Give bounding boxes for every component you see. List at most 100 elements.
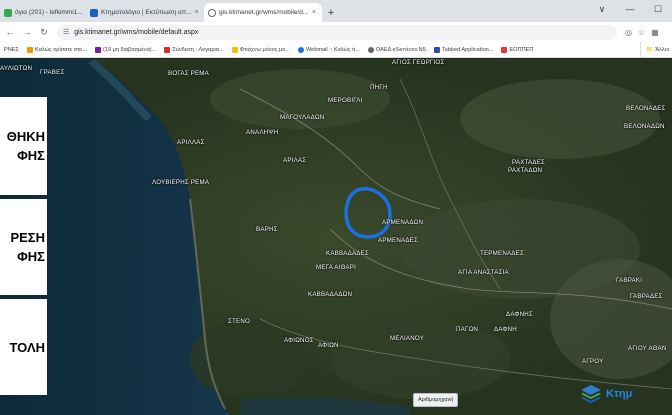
forward-icon[interactable]: → xyxy=(20,25,34,39)
tab-search-icon[interactable]: ∨ xyxy=(588,0,616,18)
menu-item-line: ΤΟΛΗ xyxy=(9,339,45,355)
bookmark-label: ΟΑΕΔ eServices Ν5 xyxy=(375,46,426,53)
map-label: ΜΕΓΑ ΑΙΘΑΡΙ xyxy=(316,264,357,271)
map-label: ΑΦΙΩΝ xyxy=(318,342,339,349)
map-label: ΑΦΙΩΝΟΣ xyxy=(284,337,314,344)
no-tracking-icon[interactable]: ◎ xyxy=(625,28,632,37)
globe-icon xyxy=(208,8,216,17)
bookmark-label: Σύνδεση - Λογαρια... xyxy=(172,46,224,53)
map-imagery xyxy=(0,59,672,415)
bookmark-item[interactable]: ΟΑΕΔ eServices Ν5 xyxy=(364,46,430,53)
other-bookmarks[interactable]: 📁 Άλλοι xyxy=(640,42,672,57)
tab-1[interactable]: όγια (201) - lefkimmi1... × xyxy=(0,3,86,22)
bookmark-label: Webmail :: Καλώς ή... xyxy=(305,46,360,53)
map-label: ΓΑΒΡΑΔΕΣ xyxy=(630,293,663,300)
tab-3-active[interactable]: gis.ktimanet.gr/wms/mobile/d... × xyxy=(204,3,322,22)
tab-close-icon[interactable]: × xyxy=(195,9,199,16)
bookmark-favicon-icon xyxy=(501,46,508,53)
satellite-map[interactable]: ΑΥΛΙΩΤΩΝ ΓΡΑΒΕΣ ΒΟΓΑΣ ΡΕΜΑ ΑΓΙΟΣ ΓΕΩΡΓΙΟ… xyxy=(0,59,672,415)
map-label: ΑΝΑΛΗΨΗ xyxy=(246,129,279,136)
bookmark-item[interactable]: Tabbed Application... xyxy=(430,46,498,53)
menu-item-line: ΦΗΣ xyxy=(17,249,45,264)
map-label: ΑΡΜΕΝΑΔΕΣ xyxy=(378,237,419,244)
map-label: ΑΥΛΙΩΤΩΝ xyxy=(0,65,33,72)
tab-2[interactable]: Κτηματολόγιο | Εκτύπωση απ... × xyxy=(86,3,204,22)
bookmark-favicon-icon xyxy=(297,46,304,53)
tab-title: Κτηματολόγιο | Εκτύπωση απ... xyxy=(101,9,192,16)
gmail-icon xyxy=(164,46,171,53)
back-icon[interactable]: ← xyxy=(3,25,17,39)
bookmark-item[interactable]: (19 μη διαβασμένα)... xyxy=(91,46,160,53)
bookmark-label: ΕΟΠΠΕΠ xyxy=(509,46,534,53)
map-label: ΑΓΙΟΥ ΑΘΑΝ xyxy=(628,345,667,352)
star-icon[interactable]: ☆ xyxy=(638,28,645,37)
menu-item-line: ΦΗΣ xyxy=(17,148,45,163)
map-label: ΠΑΓΩΝ xyxy=(456,326,479,333)
address-bar[interactable]: ☰ gis.ktimanet.gr/wms/mobile/default.asp… xyxy=(57,24,617,40)
bookmarks-bar: ΡΝΕΣ Καλώς ορίσατε στο... (19 μη διαβασμ… xyxy=(0,42,672,58)
map-label: ΡΑΧΤΑΔΩΝ xyxy=(508,167,543,174)
browser-toolbar: ← → ↻ ☰ gis.ktimanet.gr/wms/mobile/defau… xyxy=(0,22,672,42)
map-label: ΚΑΒΒΑΔΑΔΩΝ xyxy=(308,291,353,298)
bookmark-label: Tabbed Application... xyxy=(441,46,494,53)
bookmark-item[interactable]: Webmail :: Καλώς ή... xyxy=(294,46,364,53)
map-label: ΑΡΜΕΝΑΔΩΝ xyxy=(382,219,424,226)
other-bookmarks-label: Άλλοι xyxy=(655,46,669,53)
map-label: ΓΑΒΡΑΚΙ xyxy=(616,277,643,284)
map-label: ΜΕΛΙΑΝΟΥ xyxy=(390,335,425,342)
maximize-icon[interactable]: ☐ xyxy=(644,0,672,18)
map-label: ΔΑΦΝΗΣ xyxy=(506,311,533,318)
map-label: ΚΑΒΒΑΔΑΔΕΣ xyxy=(326,250,369,257)
url-text: gis.ktimanet.gr/wms/mobile/default.aspx xyxy=(74,28,199,36)
side-menu-item-1[interactable]: ΘΗΚΗ ΦΗΣ xyxy=(0,97,47,195)
side-menu-item-3[interactable]: ΤΟΛΗ xyxy=(0,299,47,395)
bookmark-favicon-icon xyxy=(433,46,440,53)
menu-item-line: ΘΗΚΗ xyxy=(6,129,45,144)
map-label: ΒΟΓΑΣ ΡΕΜΑ xyxy=(168,70,209,77)
bookmark-label: (19 μη διαβασμένα)... xyxy=(103,46,157,53)
bookmark-favicon-icon xyxy=(26,46,33,53)
site-info-icon[interactable]: ☰ xyxy=(63,28,69,36)
toolbar-actions: ◎ ☆ ▦ xyxy=(625,28,659,37)
minimize-icon[interactable]: — xyxy=(616,0,644,18)
bookmark-label: Φτιάχνω μόνος μο... xyxy=(239,46,290,53)
ktimatologio-logo: Κτημ xyxy=(580,384,632,404)
bookmark-item[interactable]: ΡΝΕΣ xyxy=(0,47,23,53)
map-label: ΔΑΦΝΗ xyxy=(494,326,517,333)
bookmark-item[interactable]: Φτιάχνω μόνος μο... xyxy=(228,46,294,53)
map-label: ΑΓΙΟΣ ΓΕΩΡΓΙΟΣ xyxy=(392,59,445,66)
bookmark-item[interactable]: ΕΟΠΠΕΠ xyxy=(497,46,537,53)
reload-icon[interactable]: ↻ xyxy=(37,25,51,39)
window-controls: ∨ — ☐ xyxy=(588,0,672,18)
bookmark-favicon-icon xyxy=(367,46,374,53)
tab-close-icon[interactable]: × xyxy=(312,9,316,16)
calculator-button[interactable]: Αριθμομηχανή xyxy=(413,393,459,407)
bookmark-label: Καλώς ορίσατε στο... xyxy=(34,46,88,53)
bookmark-item[interactable]: Σύνδεση - Λογαρια... xyxy=(160,46,227,53)
tab-favicon-icon xyxy=(90,8,98,17)
bookmark-label: ΡΝΕΣ xyxy=(4,46,19,53)
tab-title: όγια (201) - lefkimmi1... xyxy=(15,9,83,16)
layers-logo-icon xyxy=(581,385,601,403)
side-menu-item-2[interactable]: ΡΕΣΗ ΦΗΣ xyxy=(0,199,47,295)
map-label: ΓΡΑΒΕΣ xyxy=(40,69,65,76)
map-label: ΑΓΙΑ ΑΝΑΣΤΑΣΙΑ xyxy=(458,269,509,276)
tab-strip: όγια (201) - lefkimmi1... × Κτηματολόγιο… xyxy=(0,0,672,22)
map-label: ΤΕΡΜΕΝΑΔΕΣ xyxy=(480,250,524,257)
map-label: ΒΕΛΟΝΑΔΕΣ xyxy=(626,105,666,112)
logo-text: Κτημ xyxy=(606,388,633,400)
folder-icon: 📁 xyxy=(646,46,654,53)
map-label: ΒΑΡΗΣ xyxy=(256,226,278,233)
map-label: ΒΕΛΟΝΑΔΩΝ xyxy=(624,123,665,130)
map-label: ΡΑΧΤΑΔΕΣ xyxy=(512,159,546,166)
new-tab-button[interactable]: + xyxy=(322,3,340,22)
bookmark-item[interactable]: Καλώς ορίσατε στο... xyxy=(23,46,91,53)
map-label: ΑΡΙΛΛΑΣ xyxy=(177,139,205,146)
map-label: ΜΑΓΟΥΛΑΔΩΝ xyxy=(280,114,325,121)
bookmark-favicon-icon xyxy=(231,46,238,53)
extensions-icon[interactable]: ▦ xyxy=(651,28,659,37)
tab-favicon-icon xyxy=(4,8,12,17)
map-label: ΑΓΡΟΥ xyxy=(582,358,604,365)
map-label: ΣΤΕΝΟ xyxy=(228,318,251,325)
map-label: ΑΡΙΛΑΣ xyxy=(283,157,307,164)
